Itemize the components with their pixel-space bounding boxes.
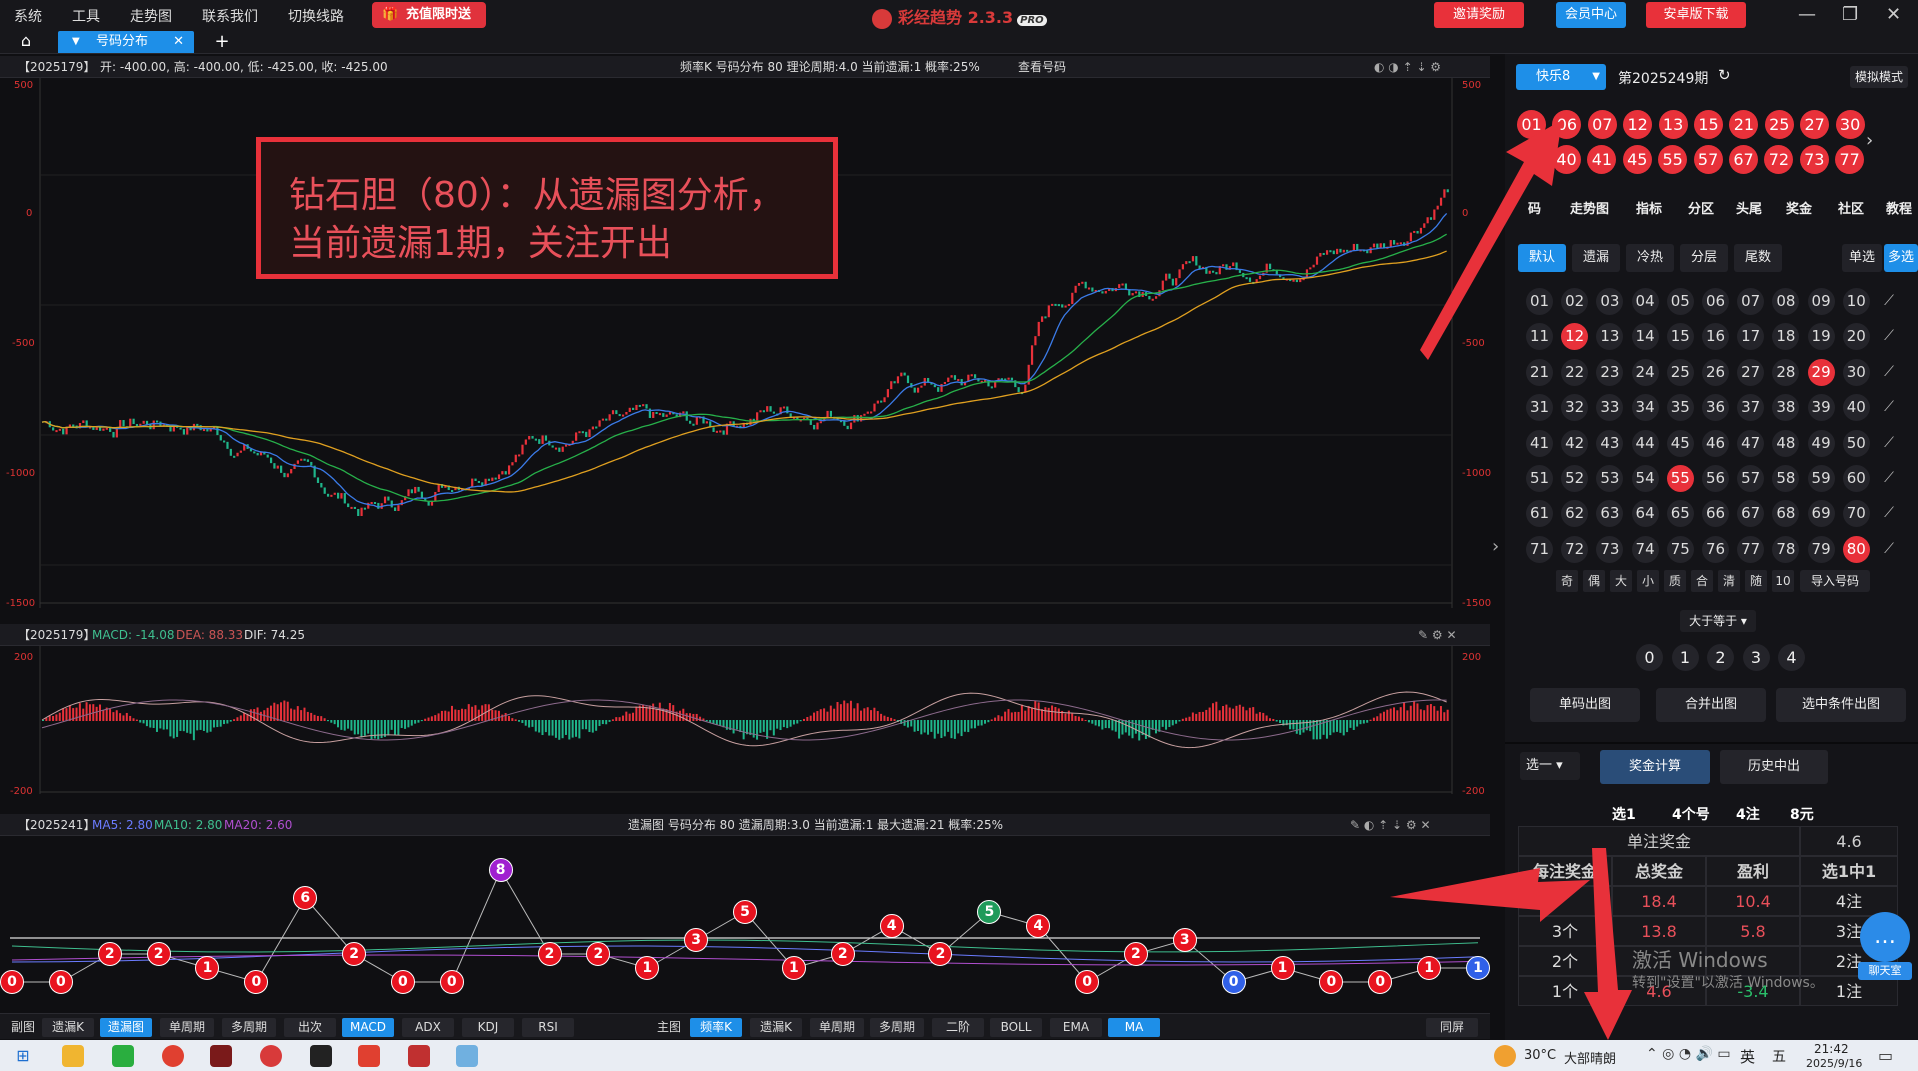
weather-icon	[1494, 1045, 1516, 1067]
qq-icon[interactable]	[310, 1045, 332, 1067]
weather-text: 大部晴朗	[1564, 1052, 1617, 1067]
arrow-overlay	[1390, 120, 1632, 1040]
ime-mode-icon[interactable]: 五	[1772, 1046, 1786, 1066]
browser-icon[interactable]	[162, 1045, 184, 1067]
arrow-upper	[1420, 120, 1562, 360]
wechat-icon[interactable]	[112, 1045, 134, 1067]
ime-indicator[interactable]: 英	[1740, 1046, 1755, 1067]
notepad-icon[interactable]	[456, 1045, 478, 1067]
tray-icons[interactable]: ⌃ ◎ ◔ 🔊 ▭	[1646, 1046, 1731, 1062]
windows-taskbar: ⊞ 30°C 大部晴朗 ⌃ ◎ ◔ 🔊 ▭ 英 五 21:42 2025/9/1…	[0, 1040, 1918, 1071]
arrow-middle	[1390, 868, 1590, 922]
clock-time[interactable]: 21:42	[1814, 1042, 1849, 1056]
app-icon[interactable]	[210, 1045, 232, 1067]
wps-icon[interactable]	[358, 1045, 380, 1067]
notification-icon[interactable]: ▭	[1878, 1046, 1893, 1065]
windows-start-icon[interactable]: ⊞	[12, 1045, 34, 1067]
caijing-app-icon[interactable]	[260, 1045, 282, 1067]
temperature: 30°C	[1524, 1048, 1557, 1063]
app2-icon[interactable]	[408, 1045, 430, 1067]
clock-date[interactable]: 2025/9/16	[1806, 1057, 1862, 1070]
arrow-lower	[1584, 848, 1632, 1040]
file-explorer-icon[interactable]	[62, 1045, 84, 1067]
